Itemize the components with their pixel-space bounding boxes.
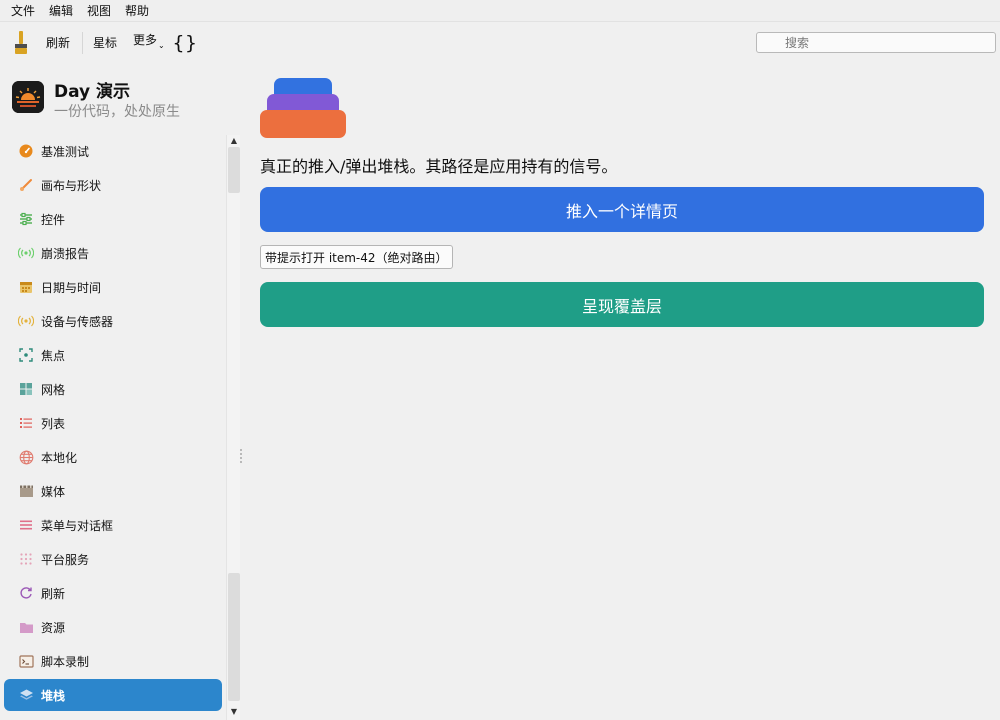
sidebar-item-media[interactable]: 媒体 [4,475,222,507]
sidebar-item-crash-reports[interactable]: 崩溃报告 [4,237,222,269]
sidebar-item-platform-services[interactable]: 平台服务 [4,543,222,575]
sidebar-item-menus-dialogs[interactable]: 菜单与对话框 [4,509,222,541]
menu-file[interactable]: 文件 [4,0,42,22]
sidebar-item-label: 列表 [41,416,66,431]
layers-icon [18,687,34,703]
splitter-handle[interactable] [240,447,243,467]
folder-icon [18,619,34,635]
sidebar-item-date-time[interactable]: 日期与时间 [4,271,222,303]
refresh-button[interactable]: 刷新 [40,33,76,53]
sidebar-item-focus[interactable]: 焦点 [4,339,222,371]
app-logo-icon [12,81,44,113]
main-content: 真正的推入/弹出堆栈。其路径是应用持有的信号。 推入一个详情页 带提示打开 it… [260,63,984,720]
app-subtitle: 一份代码，处处原生 [54,104,180,120]
sidebar-scrollbar[interactable]: ▲ ▼ [226,135,240,720]
stack-layer-front [260,110,346,138]
present-overlay-button[interactable]: 呈现覆盖层 [260,282,984,327]
menubar: 文件 编辑 视图 帮助 [0,0,1000,22]
speedometer-icon [18,143,34,159]
sidebar-item-label: 画布与形状 [41,178,102,193]
calendar-icon [18,279,34,295]
open-with-hint-button[interactable]: 带提示打开 item-42（绝对路由） [260,245,453,269]
globe-icon [18,449,34,465]
menu-icon [18,517,34,533]
star-button[interactable]: 星标 [87,33,123,53]
scroll-up-icon[interactable]: ▲ [229,136,239,146]
sidebar-item-label: 基准测试 [41,144,90,159]
sidebar-item-label: 崩溃报告 [41,246,90,261]
sidebar-item-label: 堆栈 [41,688,66,703]
scroll-track-shade [228,147,240,193]
sidebar-item-label: 日期与时间 [41,280,102,295]
sidebar-item-script-recording[interactable]: 脚本录制 [4,645,222,677]
sidebar-item-list[interactable]: 列表 [4,407,222,439]
list-icon [18,415,34,431]
toolbar: 刷新 星标 更多⌄ {} [0,23,1000,63]
more-label: 更多 [133,33,158,47]
sidebar-item-benchmark[interactable]: 基准测试 [4,135,222,167]
stack-description: 真正的推入/弹出堆栈。其路径是应用持有的信号。 [260,157,618,176]
sidebar-item-localization[interactable]: 本地化 [4,441,222,473]
brush-icon [18,177,34,193]
brush-logo-icon [6,28,36,58]
sidebar-item-label: 控件 [41,212,66,227]
sidebar-item-grid[interactable]: 网格 [4,373,222,405]
sensor-icon [18,313,34,329]
sidebar-item-label: 网格 [41,382,66,397]
app-title: Day 演示 [54,82,131,102]
app-header: Day 演示 一份代码，处处原生 [0,63,240,133]
sidebar-item-label: 刷新 [41,586,66,601]
menu-help[interactable]: 帮助 [118,0,156,22]
search-input[interactable] [756,32,996,53]
sliders-icon [18,211,34,227]
sidebar-item-label: 本地化 [41,450,78,465]
sidebar-nav: 基准测试 画布与形状 控件 崩溃报告 日期与时间 设备与传感器 焦点 网格 列表… [0,135,226,720]
clapper-icon [18,483,34,499]
sidebar-item-label: 设备与传感器 [41,314,114,329]
sidebar: Day 演示 一份代码，处处原生 基准测试 画布与形状 控件 崩溃报告 日期与时… [0,63,243,720]
sidebar-item-label: 媒体 [41,484,66,499]
sidebar-item-label: 菜单与对话框 [41,518,114,533]
sidebar-item-stack[interactable]: 堆栈 [4,679,222,711]
scroll-down-icon[interactable]: ▼ [229,707,239,717]
sidebar-item-device-sensors[interactable]: 设备与传感器 [4,305,222,337]
chevron-down-icon: ⌄ [158,41,165,50]
sidebar-item-canvas[interactable]: 画布与形状 [4,169,222,201]
code-braces-button[interactable]: {} [173,32,198,54]
grid-icon [18,381,34,397]
sidebar-item-resources[interactable]: 资源 [4,611,222,643]
stack-illustration-icon [260,78,346,138]
refresh-icon [18,585,34,601]
more-button[interactable]: 更多⌄ [127,30,171,56]
sidebar-item-label: 资源 [41,620,66,635]
sidebar-item-label: 平台服务 [41,552,90,567]
scroll-thumb[interactable] [228,573,240,701]
menu-edit[interactable]: 编辑 [42,0,80,22]
sidebar-item-label: 脚本录制 [41,654,90,669]
sidebar-item-label: 焦点 [41,348,66,363]
menu-view[interactable]: 视图 [80,0,118,22]
terminal-icon [18,653,34,669]
sidebar-item-controls[interactable]: 控件 [4,203,222,235]
sidebar-item-refresh[interactable]: 刷新 [4,577,222,609]
push-detail-button[interactable]: 推入一个详情页 [260,187,984,232]
broadcast-icon [18,245,34,261]
dots-grid-icon [18,551,34,567]
focus-icon [18,347,34,363]
toolbar-separator [82,32,84,54]
